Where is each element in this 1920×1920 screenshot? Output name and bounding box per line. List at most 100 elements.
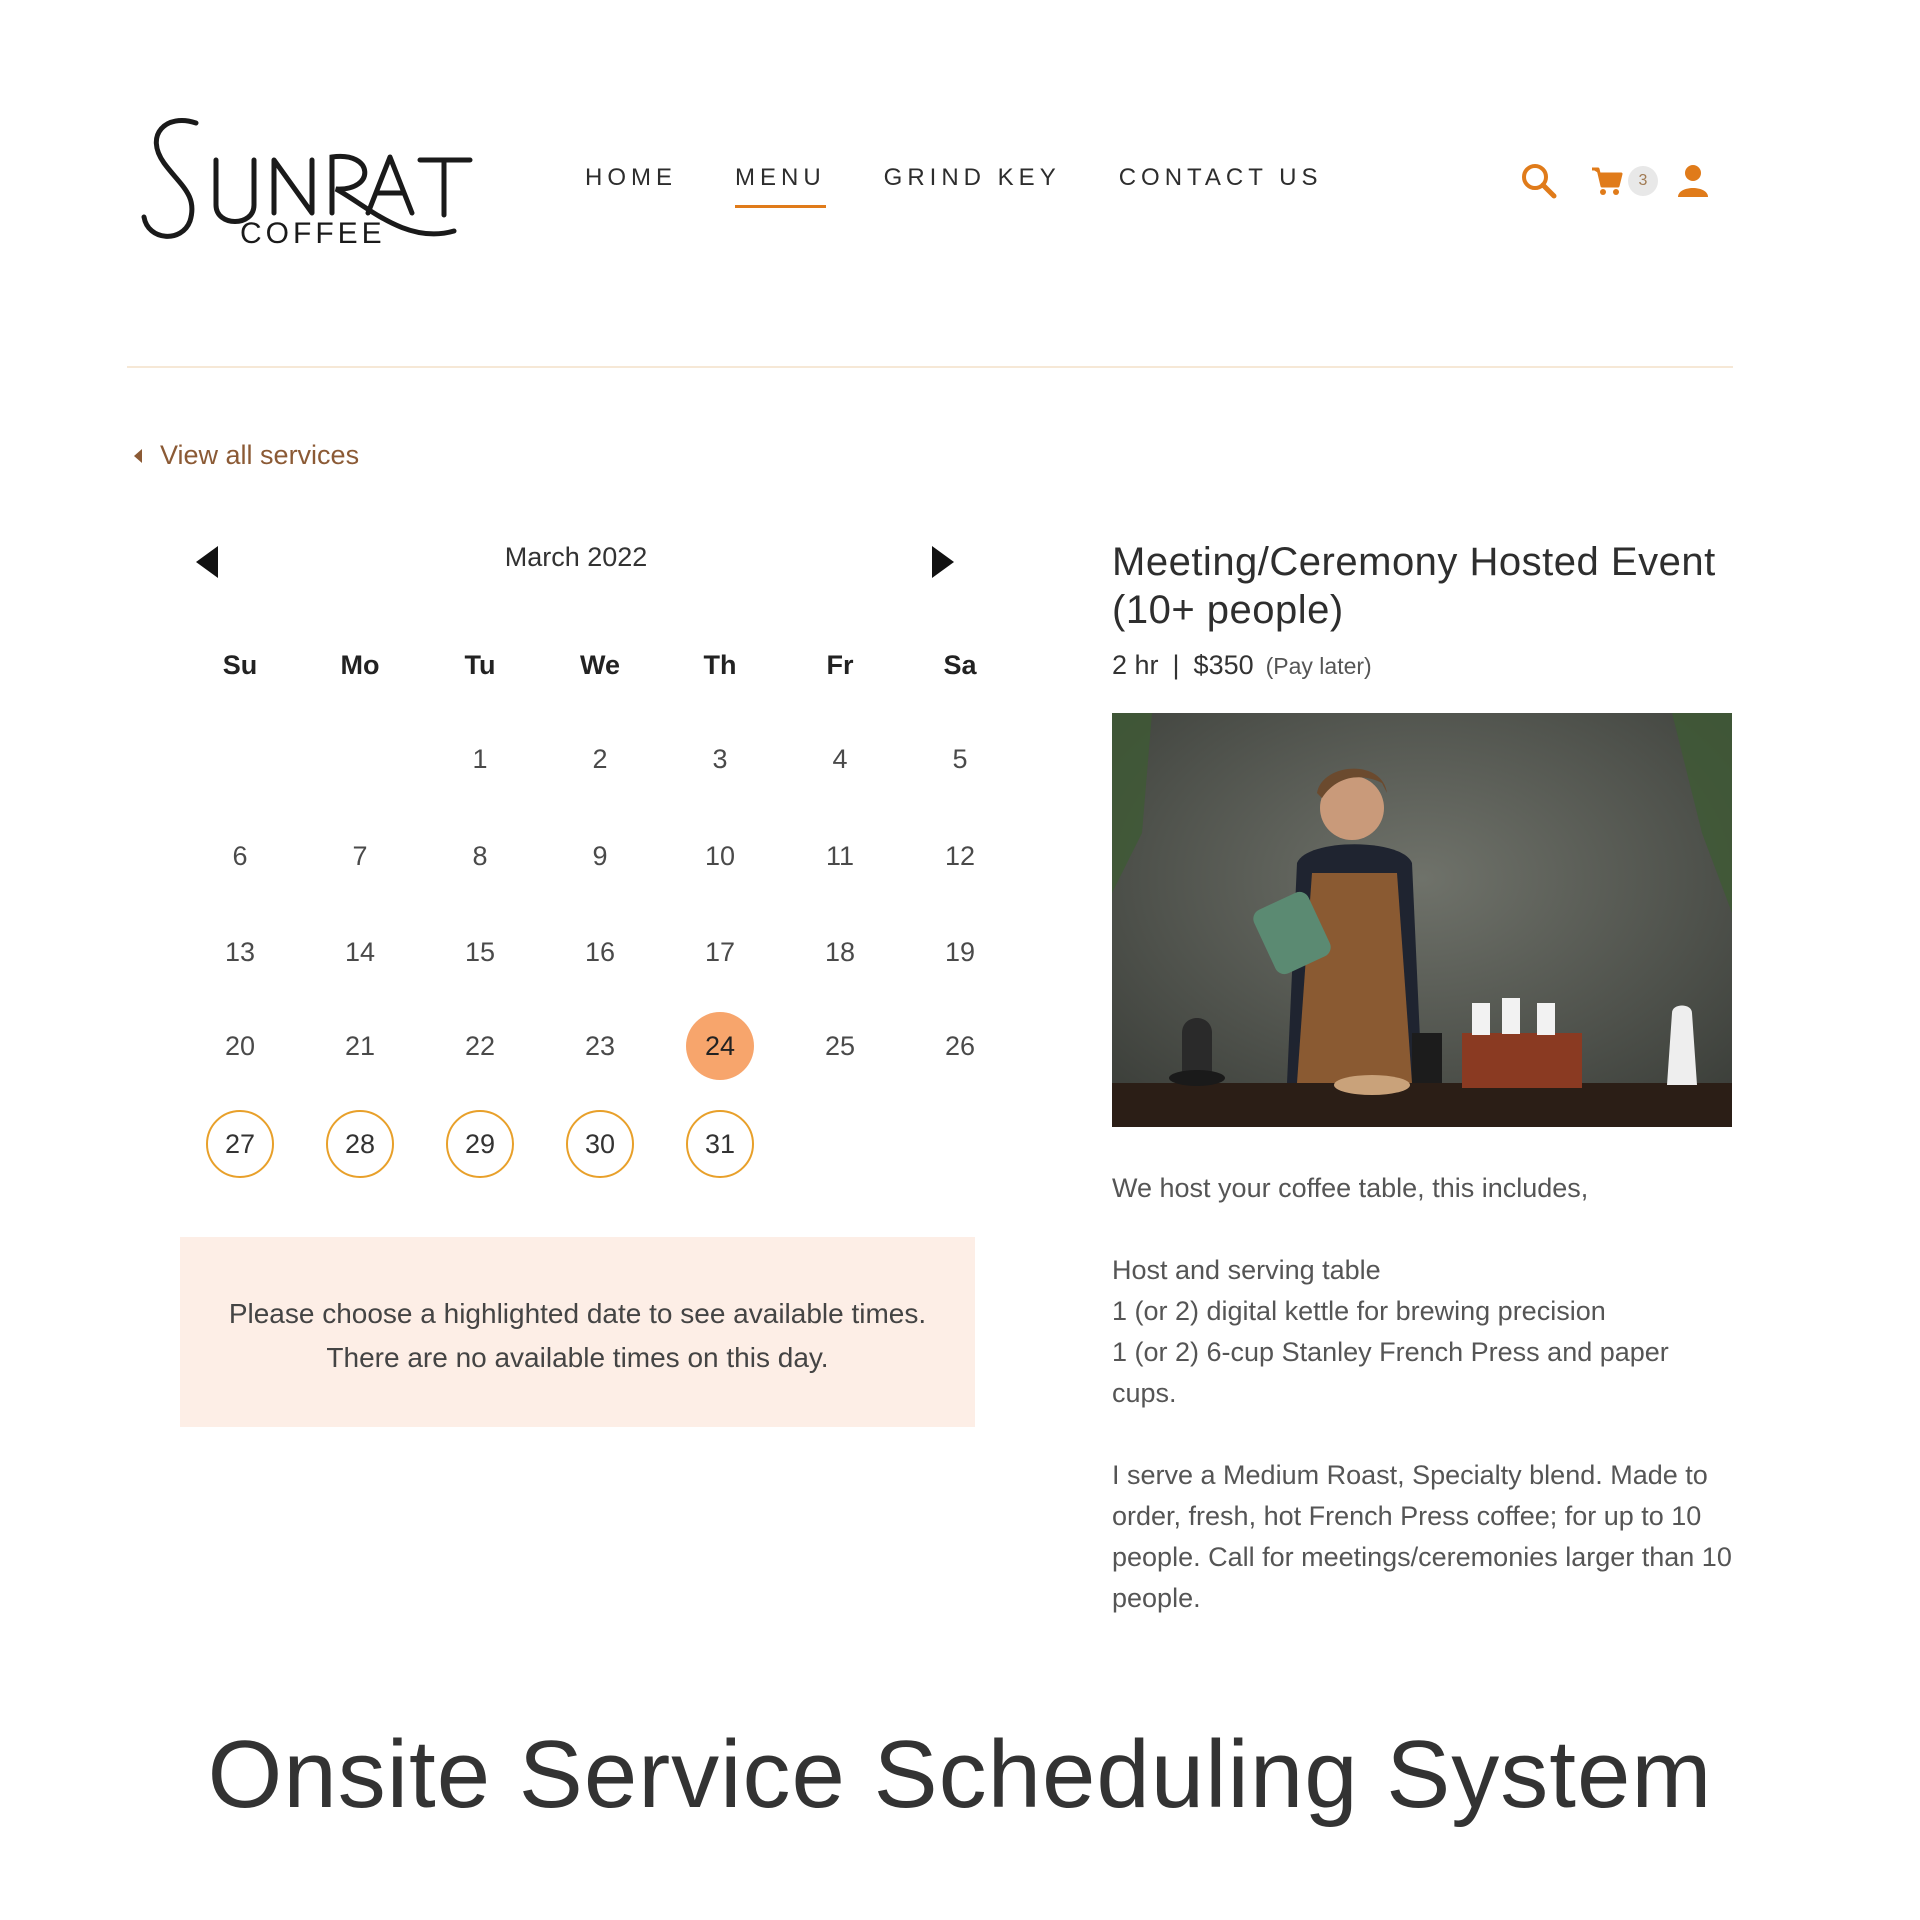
calendar-day-available[interactable]: 27 bbox=[180, 1110, 300, 1178]
calendar-day: 26 bbox=[900, 1012, 1020, 1080]
cart-button[interactable]: 3 bbox=[1590, 164, 1658, 198]
description-item: 1 (or 2) digital kettle for brewing prec… bbox=[1112, 1296, 1606, 1326]
calendar-day: 19 bbox=[900, 918, 1020, 986]
weekday-header: We bbox=[579, 650, 620, 680]
calendar-day: 7 bbox=[300, 822, 420, 890]
calendar: March 2022 Su Mo Tu We Th Fr Sa 1 2 3 4 5 6 7 8 9 10 11 12… bbox=[180, 530, 980, 1178]
calendar-day: 3 bbox=[660, 725, 780, 793]
calendar-day-number: 12 bbox=[944, 840, 976, 871]
calendar-day-available[interactable]: 28 bbox=[300, 1110, 420, 1178]
calendar-day-number: 9 bbox=[592, 840, 608, 871]
description-intro: We host your coffee table, this includes… bbox=[1112, 1173, 1589, 1203]
calendar-day: 23 bbox=[540, 1012, 660, 1080]
cart-count-badge: 3 bbox=[1628, 166, 1658, 196]
calendar-day: 18 bbox=[780, 918, 900, 986]
calendar-day-number: 24 bbox=[686, 1012, 754, 1080]
header-divider bbox=[127, 366, 1733, 368]
availability-notice-line: There are no available times on this day… bbox=[326, 1342, 829, 1373]
service-title: Meeting/Ceremony Hosted Event (10+ peopl… bbox=[1112, 540, 1716, 632]
payment-note: (Pay later) bbox=[1265, 653, 1372, 679]
calendar-day-number: 4 bbox=[832, 743, 848, 774]
calendar-day: 16 bbox=[540, 918, 660, 986]
calendar-day: 21 bbox=[300, 1012, 420, 1080]
calendar-day-number: 31 bbox=[686, 1110, 754, 1178]
nav-home[interactable]: HOME bbox=[585, 164, 677, 192]
weekday-header: Sa bbox=[943, 650, 977, 680]
calendar-header: March 2022 bbox=[180, 530, 980, 590]
calendar-day: 11 bbox=[780, 822, 900, 890]
calendar-day-available[interactable]: 31 bbox=[660, 1110, 780, 1178]
service-summary: Meeting/Ceremony Hosted Event (10+ peopl… bbox=[1112, 538, 1732, 681]
calendar-day-available[interactable]: 30 bbox=[540, 1110, 660, 1178]
sunrat-logo-graphic: COFFEE bbox=[141, 118, 473, 250]
calendar-day-number: 27 bbox=[206, 1110, 274, 1178]
brand-logo[interactable]: COFFEE bbox=[136, 105, 481, 255]
calendar-day: 8 bbox=[420, 822, 540, 890]
calendar-day-available[interactable]: 29 bbox=[420, 1110, 540, 1178]
calendar-day-number: 23 bbox=[584, 1030, 616, 1061]
calendar-day-number: 20 bbox=[224, 1030, 256, 1061]
description-item: 1 (or 2) 6-cup Stanley French Press and … bbox=[1112, 1337, 1669, 1408]
calendar-day: 6 bbox=[180, 822, 300, 890]
page-caption: Onsite Service Scheduling System bbox=[207, 1721, 1713, 1828]
calendar-day-number: 16 bbox=[584, 936, 616, 967]
calendar-day-number: 21 bbox=[344, 1030, 376, 1061]
calendar-day-number: 30 bbox=[566, 1110, 634, 1178]
calendar-day-number: 26 bbox=[944, 1030, 976, 1061]
calendar-day-number: 3 bbox=[712, 743, 728, 774]
calendar-day-number: 17 bbox=[704, 936, 736, 967]
calendar-day-number: 14 bbox=[344, 936, 376, 967]
next-month-button[interactable] bbox=[930, 546, 956, 580]
calendar-day-selected[interactable]: 24 bbox=[660, 1012, 780, 1080]
header-actions: 3 bbox=[1520, 162, 1710, 200]
calendar-day: 10 bbox=[660, 822, 780, 890]
weekday-header: Fr bbox=[826, 650, 854, 680]
caret-left-icon bbox=[134, 448, 142, 463]
view-all-services-link[interactable]: View all services bbox=[134, 440, 359, 471]
view-all-services-label: View all services bbox=[160, 440, 360, 470]
service-photo bbox=[1112, 713, 1732, 1127]
availability-notice: Please choose a highlighted date to see … bbox=[180, 1237, 975, 1427]
calendar-day-number: 29 bbox=[446, 1110, 514, 1178]
calendar-day: 4 bbox=[780, 725, 900, 793]
calendar-day: 14 bbox=[300, 918, 420, 986]
calendar-day-number: 5 bbox=[952, 743, 968, 774]
calendar-day-number: 22 bbox=[464, 1030, 496, 1061]
calendar-day-number: 18 bbox=[824, 936, 856, 967]
calendar-day: 13 bbox=[180, 918, 300, 986]
calendar-day: 17 bbox=[660, 918, 780, 986]
nav-contact-us[interactable]: CONTACT US bbox=[1119, 164, 1323, 192]
weekday-header: Tu bbox=[464, 650, 496, 680]
nav-grind-key[interactable]: GRIND KEY bbox=[884, 164, 1061, 192]
calendar-day: 2 bbox=[540, 725, 660, 793]
calendar-day-number: 10 bbox=[704, 840, 736, 871]
calendar-day-number: 13 bbox=[224, 936, 256, 967]
calendar-day-number: 11 bbox=[825, 840, 855, 871]
calendar-day-number: 8 bbox=[472, 840, 488, 871]
meta-separator: | bbox=[1172, 650, 1180, 680]
main-nav: HOME MENU GRIND KEY CONTACT US bbox=[585, 164, 1381, 208]
calendar-day-number: 19 bbox=[944, 936, 976, 967]
calendar-day: 15 bbox=[420, 918, 540, 986]
availability-notice-line: Please choose a highlighted date to see … bbox=[228, 1298, 927, 1329]
user-icon[interactable] bbox=[1676, 163, 1710, 199]
nav-menu[interactable]: MENU bbox=[735, 164, 826, 208]
service-duration: 2 hr bbox=[1112, 650, 1159, 680]
calendar-day: 9 bbox=[540, 822, 660, 890]
service-price: $350 bbox=[1193, 650, 1254, 680]
calendar-day: 22 bbox=[420, 1012, 540, 1080]
calendar-month-label: March 2022 bbox=[504, 542, 648, 572]
calendar-day-number: 1 bbox=[472, 743, 488, 774]
service-description: We host your coffee table, this includes… bbox=[1112, 1168, 1732, 1619]
calendar-day-number: 25 bbox=[824, 1030, 856, 1061]
calendar-day-number: 15 bbox=[464, 936, 496, 967]
description-closing: I serve a Medium Roast, Specialty blend.… bbox=[1112, 1460, 1732, 1613]
weekday-header: Mo bbox=[340, 650, 380, 680]
search-icon[interactable] bbox=[1520, 162, 1558, 200]
svg-text:COFFEE: COFFEE bbox=[240, 217, 386, 250]
weekday-header: Th bbox=[703, 650, 737, 680]
cart-icon bbox=[1590, 164, 1624, 198]
calendar-day: 1 bbox=[420, 725, 540, 793]
calendar-day-number: 28 bbox=[326, 1110, 394, 1178]
calendar-day-number: 6 bbox=[232, 840, 248, 871]
